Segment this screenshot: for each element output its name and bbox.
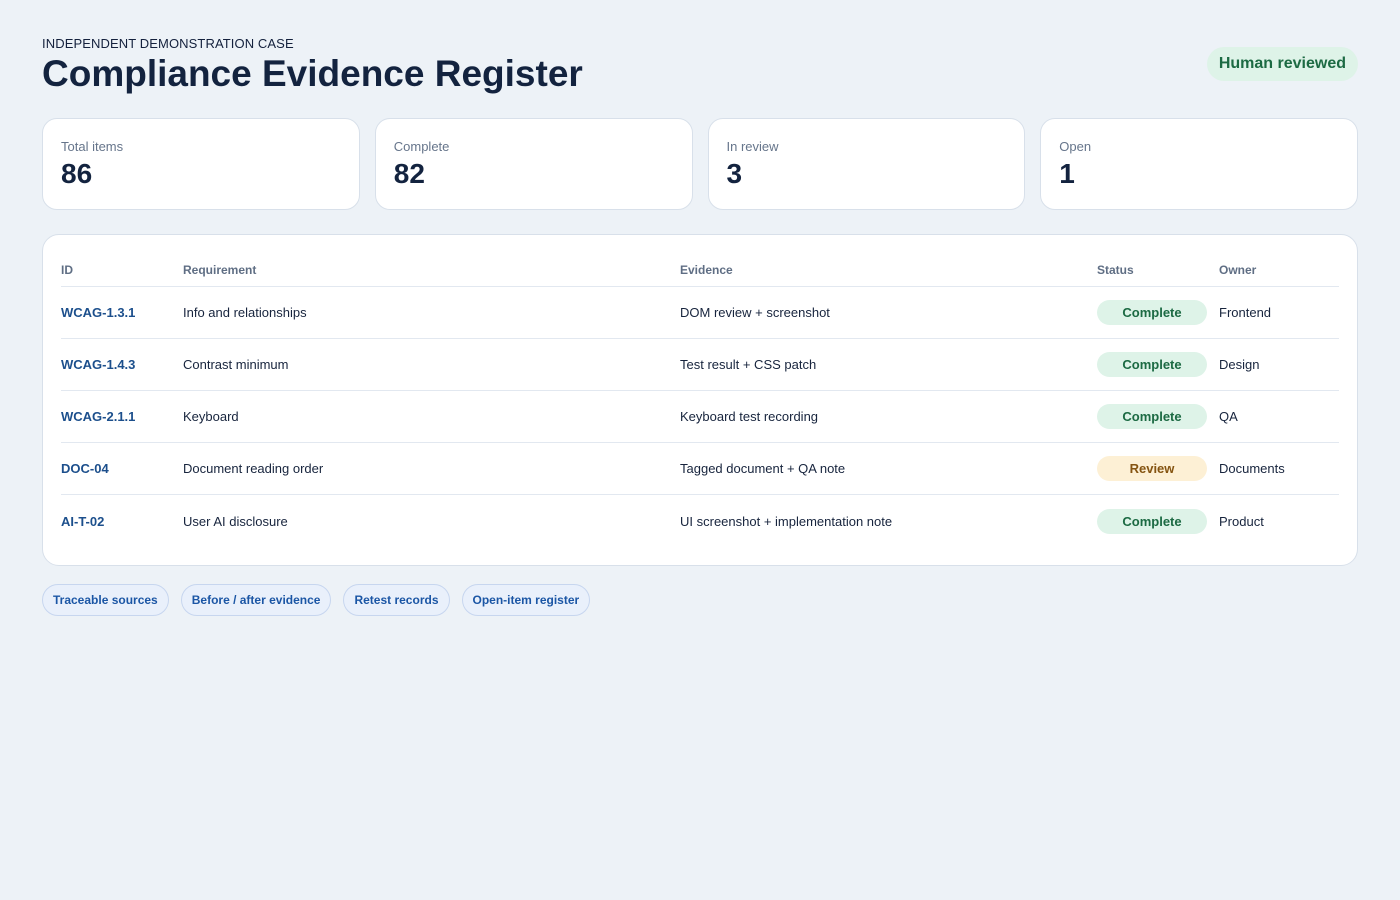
stat-value: 1: [1059, 158, 1075, 189]
requirement-cell: Info and relationships: [183, 305, 307, 320]
summary-stats: Total items 86 Complete 82 In review 3 O…: [42, 118, 1358, 210]
stat-card-in-review: In review 3: [707, 118, 1026, 210]
stat-card-open: Open 1: [1040, 118, 1358, 210]
page: INDEPENDENT DEMONSTRATION CASE Complianc…: [0, 0, 1400, 900]
evidence-cell: DOM review + screenshot: [680, 305, 830, 320]
chip-traceable-sources[interactable]: Traceable sources: [42, 584, 169, 616]
stat-value: 3: [726, 158, 743, 189]
stat-label: In review: [726, 139, 779, 154]
stat-value: 82: [393, 158, 425, 189]
column-header-status: Status: [1097, 262, 1134, 277]
page-header: INDEPENDENT DEMONSTRATION CASE Complianc…: [42, 36, 1358, 118]
requirement-cell: User AI disclosure: [183, 513, 288, 529]
owner-cell: Product: [1219, 513, 1264, 529]
requirement-id-link[interactable]: WCAG-1.3.1: [61, 305, 183, 320]
owner-cell: Design: [1219, 357, 1260, 372]
table-row[interactable]: DOC-04 Document reading order Tagged doc…: [61, 443, 1339, 495]
status-badge: Complete: [1097, 508, 1207, 534]
stat-label: Complete: [393, 139, 450, 154]
status-badge: Complete: [1097, 300, 1207, 325]
table-row[interactable]: WCAG-2.1.1 Keyboard Keyboard test record…: [61, 391, 1339, 443]
owner-cell: Frontend: [1219, 305, 1272, 320]
status-badge: Review: [1097, 456, 1207, 481]
table-header-row: ID Requirement Evidence Status Owner: [61, 253, 1339, 287]
evidence-cell: Tagged document + QA note: [680, 461, 846, 476]
stat-card-total: Total items 86: [42, 118, 360, 210]
owner-cell: Documents: [1219, 461, 1285, 476]
requirement-id-link[interactable]: DOC-04: [61, 461, 183, 476]
evidence-table: ID Requirement Evidence Status Owner WCA…: [42, 234, 1358, 566]
column-header-requirement: Requirement: [183, 262, 257, 277]
stat-value: 86: [61, 158, 93, 189]
page-eyebrow: INDEPENDENT DEMONSTRATION CASE: [42, 36, 294, 51]
chip-before-after-evidence[interactable]: Before / after evidence: [180, 584, 332, 616]
column-header-owner: Owner: [1219, 262, 1257, 277]
owner-cell: QA: [1219, 409, 1238, 424]
table-row[interactable]: WCAG-1.4.3 Contrast minimum Test result …: [61, 339, 1339, 391]
evidence-cell: UI screenshot + implementation note: [680, 513, 893, 529]
stat-label: Total items: [61, 139, 124, 154]
feature-chips: Traceable sources Before / after evidenc…: [42, 584, 1358, 616]
requirement-id-link[interactable]: WCAG-2.1.1: [61, 409, 183, 424]
requirement-cell: Contrast minimum: [183, 357, 289, 372]
status-badge: Complete: [1097, 404, 1207, 429]
evidence-cell: Keyboard test recording: [680, 409, 819, 424]
chip-open-item-register[interactable]: Open-item register: [461, 584, 591, 616]
table-row[interactable]: AI-T-02 User AI disclosure UI screenshot…: [61, 495, 1339, 547]
chip-retest-records[interactable]: Retest records: [343, 584, 450, 616]
requirement-cell: Keyboard: [183, 409, 239, 424]
stat-card-complete: Complete 82: [374, 118, 693, 210]
human-reviewed-badge: Human reviewed: [1206, 47, 1358, 81]
requirement-id-link[interactable]: WCAG-1.4.3: [61, 357, 183, 372]
evidence-cell: Test result + CSS patch: [680, 357, 817, 372]
column-header-evidence: Evidence: [680, 262, 733, 277]
requirement-id-link[interactable]: AI-T-02: [61, 514, 183, 529]
requirement-cell: Document reading order: [183, 461, 324, 476]
table-row[interactable]: WCAG-1.3.1 Info and relationships DOM re…: [61, 287, 1339, 339]
column-header-id: ID: [61, 262, 73, 277]
status-badge: Complete: [1097, 352, 1207, 377]
stat-label: Open: [1059, 139, 1092, 154]
page-title: Compliance Evidence Register: [42, 53, 583, 94]
